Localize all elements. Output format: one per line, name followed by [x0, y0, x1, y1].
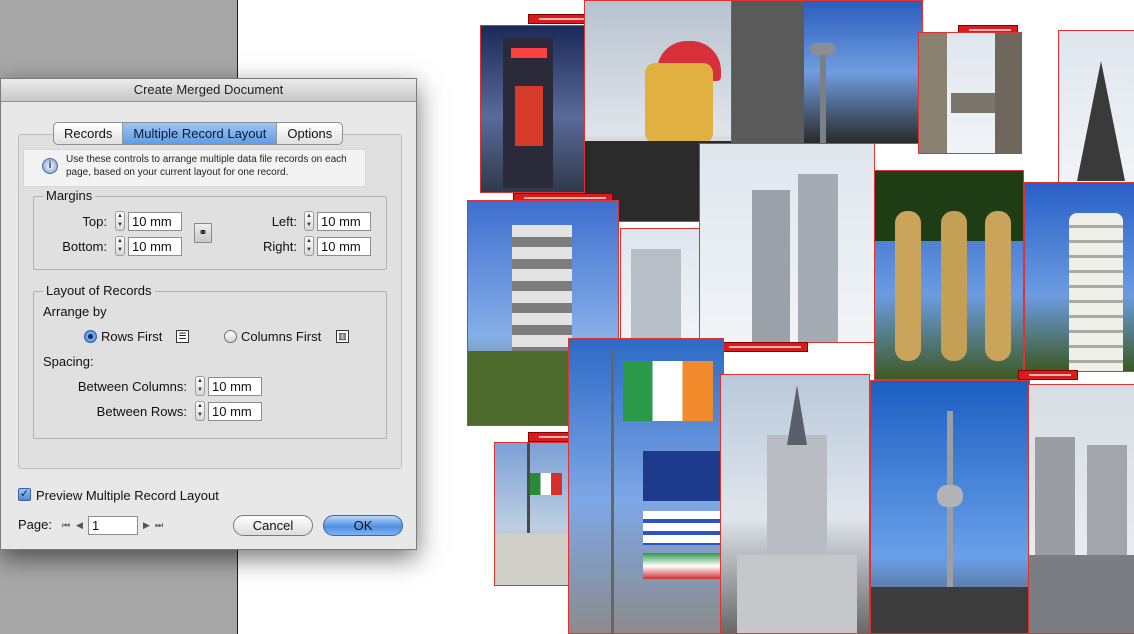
- right-margin-stepper[interactable]: ▲ ▼: [304, 236, 314, 256]
- right-margin-field[interactable]: 10 mm: [317, 237, 371, 256]
- between-rows-stepper[interactable]: ▲ ▼: [195, 401, 205, 421]
- record-frame-tab: [718, 342, 808, 352]
- next-page-icon[interactable]: ▶: [143, 520, 150, 531]
- preview-checkbox[interactable]: ✓: [18, 488, 31, 501]
- tab-multiple-record-layout[interactable]: Multiple Record Layout: [123, 123, 278, 144]
- record-photo: [699, 143, 875, 343]
- columns-first-label[interactable]: Columns First: [241, 329, 321, 344]
- margins-legend: Margins: [43, 188, 96, 203]
- arrange-by-label: Arrange by: [43, 304, 107, 319]
- first-page-icon[interactable]: ⏮: [62, 520, 70, 531]
- top-margin-label: Top:: [82, 214, 107, 229]
- tab-records[interactable]: Records: [54, 123, 124, 144]
- spacing-label: Spacing:: [43, 354, 94, 369]
- record-photo: [480, 25, 588, 193]
- between-rows-label: Between Rows:: [96, 404, 187, 419]
- left-margin-field[interactable]: 10 mm: [317, 212, 371, 231]
- bottom-margin-stepper[interactable]: ▲ ▼: [115, 236, 125, 256]
- record-photo: [1028, 384, 1134, 634]
- between-columns-stepper[interactable]: ▲ ▼: [195, 376, 205, 396]
- top-margin-field[interactable]: 10 mm: [128, 212, 182, 231]
- link-icon[interactable]: ⚭: [194, 223, 212, 243]
- tab-options[interactable]: Options: [277, 123, 342, 144]
- info-text: Use these controls to arrange multiple d…: [66, 154, 347, 178]
- prev-page-icon[interactable]: ◀: [76, 520, 83, 531]
- left-margin-stepper[interactable]: ▲ ▼: [304, 211, 314, 231]
- record-photo: [1058, 30, 1134, 186]
- top-margin-stepper[interactable]: ▲ ▼: [115, 211, 125, 231]
- bottom-margin-label: Bottom:: [62, 239, 107, 254]
- page-number-field[interactable]: 1: [88, 516, 138, 535]
- ok-button[interactable]: OK: [323, 515, 403, 536]
- record-photo: [1024, 182, 1134, 372]
- preview-label[interactable]: Preview Multiple Record Layout: [36, 488, 219, 503]
- dialog-title: Create Merged Document: [1, 79, 416, 102]
- bottom-margin-field[interactable]: 10 mm: [128, 237, 182, 256]
- record-frame-tab: [1018, 370, 1078, 380]
- info-icon: i: [42, 158, 58, 174]
- record-photo: [720, 374, 870, 634]
- rows-first-radio[interactable]: [84, 330, 97, 343]
- right-margin-label: Right:: [263, 239, 297, 254]
- layout-of-records-legend: Layout of Records: [43, 283, 155, 298]
- create-merged-document-dialog: Create Merged Document Records Multiple …: [0, 78, 417, 550]
- rows-first-label[interactable]: Rows First: [101, 329, 162, 344]
- rows-first-icon: ☰: [176, 330, 189, 343]
- record-photo: [870, 380, 1030, 634]
- info-box: i Use these controls to arrange multiple…: [23, 149, 366, 187]
- columns-first-icon: ▥: [336, 330, 349, 343]
- columns-first-radio[interactable]: [224, 330, 237, 343]
- record-photo: [731, 0, 923, 144]
- between-columns-label: Between Columns:: [77, 379, 187, 394]
- left-margin-label: Left:: [271, 214, 297, 229]
- between-rows-field[interactable]: 10 mm: [208, 402, 262, 421]
- record-photo: [620, 228, 702, 340]
- record-photo: [568, 338, 724, 634]
- page-label: Page:: [18, 517, 52, 532]
- record-photo: [874, 170, 1024, 380]
- between-columns-field[interactable]: 10 mm: [208, 377, 262, 396]
- cancel-button[interactable]: Cancel: [233, 515, 313, 536]
- record-photo: [918, 32, 1022, 154]
- last-page-icon[interactable]: ⏭: [155, 520, 163, 531]
- tab-bar: Records Multiple Record Layout Options: [53, 122, 344, 145]
